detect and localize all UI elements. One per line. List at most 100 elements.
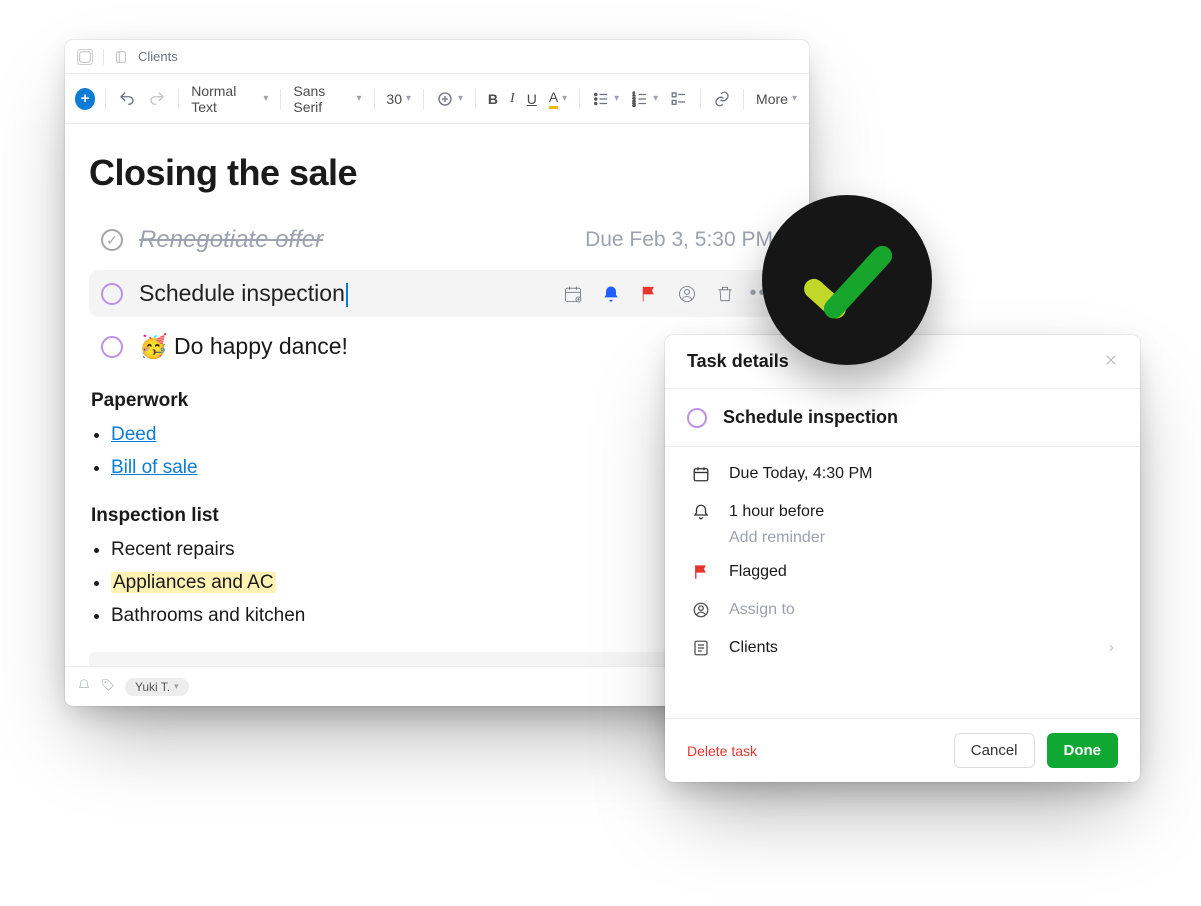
list-item-text[interactable]: Recent repairs [111, 539, 235, 560]
close-button[interactable] [1104, 351, 1118, 372]
svg-text:3: 3 [633, 102, 636, 108]
assign-placeholder: Assign to [729, 601, 795, 619]
more-button[interactable]: More▾ [754, 91, 799, 107]
font-family-select[interactable]: Sans Serif▾ [291, 83, 363, 115]
task-checkbox[interactable] [101, 229, 123, 251]
link-icon [713, 90, 731, 108]
separator [374, 89, 375, 109]
close-icon [1104, 353, 1118, 367]
doc-title[interactable]: Closing the sale [89, 152, 785, 194]
flag-value: Flagged [729, 563, 787, 581]
reminder-row[interactable]: 1 hour before [669, 493, 1136, 531]
toolbar: + Normal Text▾ Sans Serif▾ 30▾ ▾ B I U A… [65, 74, 809, 124]
text-color-button[interactable]: A▾ [547, 89, 569, 109]
bullet-list-icon [592, 90, 610, 108]
add-tag-button[interactable] [101, 678, 115, 695]
titlebar: Clients [65, 40, 809, 74]
author-chip[interactable]: Yuki T.▾ [125, 678, 189, 696]
undo-button[interactable] [116, 90, 138, 108]
bullet-list-button[interactable]: ▾ [590, 90, 621, 108]
task-checkbox[interactable] [687, 408, 707, 428]
task-due-label: Due Feb 3, 5:30 PM [585, 228, 773, 252]
checkmark-icon [792, 225, 902, 335]
separator [103, 49, 104, 65]
font-size-value: 30 [386, 91, 402, 107]
underline-button[interactable]: U [525, 91, 539, 107]
task-due-date-button[interactable] [563, 284, 583, 304]
italic-button[interactable]: I [508, 91, 517, 107]
numbered-list-icon: 123 [631, 90, 649, 108]
calendar-icon [691, 465, 711, 483]
link-button[interactable] [711, 90, 733, 108]
task-assign-button[interactable] [677, 284, 697, 304]
task-details-footer: Delete task Cancel Done [665, 718, 1140, 782]
redo-button[interactable] [146, 90, 168, 108]
numbered-list-button[interactable]: 123▾ [629, 90, 660, 108]
trash-icon [715, 284, 735, 304]
paragraph-style-select[interactable]: Normal Text▾ [189, 83, 270, 115]
text-color-glyph: A [549, 89, 558, 109]
separator [280, 89, 281, 109]
flag-icon [691, 563, 711, 581]
flag-row[interactable]: Flagged [669, 553, 1136, 591]
flag-icon [639, 284, 659, 304]
plus-circle-icon [436, 90, 454, 108]
task-text[interactable]: Renegotiate offer [139, 226, 323, 254]
task-text[interactable]: 🥳 Do happy dance! [139, 333, 348, 360]
assign-row[interactable]: Assign to [669, 591, 1136, 629]
task-row[interactable]: Renegotiate offer Due Feb 3, 5:30 PM [89, 216, 785, 264]
task-delete-button[interactable] [715, 284, 735, 304]
bell-icon [601, 284, 621, 304]
bell-icon [77, 678, 91, 692]
bold-button[interactable]: B [486, 91, 500, 107]
task-text-wrapper[interactable]: Schedule inspection [139, 280, 348, 307]
separator [105, 89, 106, 109]
due-date-value: Due Today, 4:30 PM [729, 465, 873, 483]
separator [423, 89, 424, 109]
task-checkbox[interactable] [101, 283, 123, 305]
person-circle-icon [691, 601, 711, 619]
separator [475, 89, 476, 109]
delete-task-button[interactable]: Delete task [687, 743, 757, 759]
note-value: Clients [729, 639, 778, 657]
author-name: Yuki T. [135, 680, 170, 694]
checklist-button[interactable] [668, 90, 690, 108]
cancel-button[interactable]: Cancel [954, 733, 1035, 768]
add-reminder-button[interactable]: Add reminder [669, 529, 1136, 547]
text-cursor [346, 283, 348, 307]
task-details-body: Due Today, 4:30 PM 1 hour before Add rem… [665, 447, 1140, 718]
person-circle-icon [677, 284, 697, 304]
font-family-label: Sans Serif [293, 83, 352, 115]
list-item-text[interactable]: Bathrooms and kitchen [111, 605, 305, 626]
checklist-icon [670, 90, 688, 108]
note-row[interactable]: Clients › [669, 629, 1136, 667]
task-details-title: Task details [687, 351, 789, 372]
list-item-text[interactable]: Appliances and AC [111, 572, 276, 593]
task-row[interactable]: Schedule inspection ••• [89, 270, 785, 317]
note-toggle-button[interactable] [77, 49, 93, 65]
redo-icon [148, 90, 166, 108]
remind-me-button[interactable] [77, 678, 91, 695]
task-details-panel: Task details Schedule inspection Due Tod… [665, 335, 1140, 782]
doc-link[interactable]: Bill of sale [111, 457, 198, 478]
font-size-select[interactable]: 30▾ [384, 91, 413, 107]
separator [178, 89, 179, 109]
breadcrumb-label[interactable]: Clients [138, 49, 178, 64]
bell-icon [691, 503, 711, 521]
undo-icon [118, 90, 136, 108]
task-title-row[interactable]: Schedule inspection [665, 389, 1140, 447]
task-reminder-button[interactable] [601, 284, 621, 304]
calendar-icon [563, 284, 583, 304]
task-flag-button[interactable] [639, 284, 659, 304]
task-complete-badge [762, 195, 932, 365]
due-date-row[interactable]: Due Today, 4:30 PM [669, 455, 1136, 493]
task-checkbox[interactable] [101, 336, 123, 358]
done-button[interactable]: Done [1047, 733, 1119, 768]
doc-link[interactable]: Deed [111, 424, 156, 445]
task-title-text[interactable]: Schedule inspection [723, 407, 898, 428]
insert-more-button[interactable]: ▾ [434, 90, 465, 108]
insert-button[interactable]: + [75, 88, 95, 110]
task-text[interactable]: Schedule inspection [139, 280, 345, 306]
reminder-value: 1 hour before [729, 503, 824, 521]
task-actions: ••• [563, 282, 773, 305]
